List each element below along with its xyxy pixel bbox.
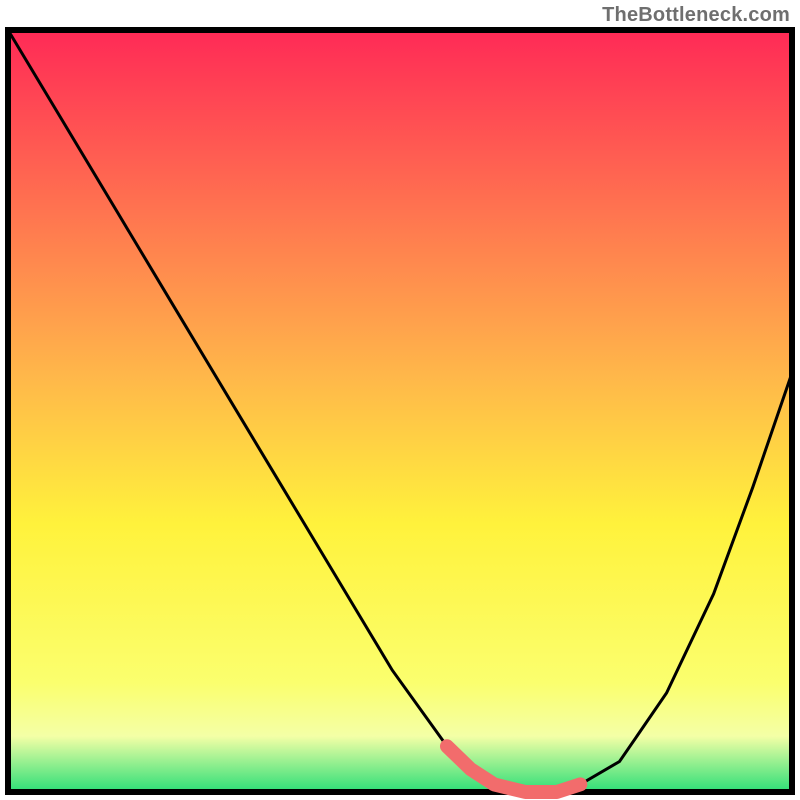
bottleneck-chart: TheBottleneck.com (0, 0, 800, 800)
plot-fill (11, 33, 789, 789)
attribution-label: TheBottleneck.com (602, 4, 790, 27)
chart-svg (0, 0, 800, 800)
